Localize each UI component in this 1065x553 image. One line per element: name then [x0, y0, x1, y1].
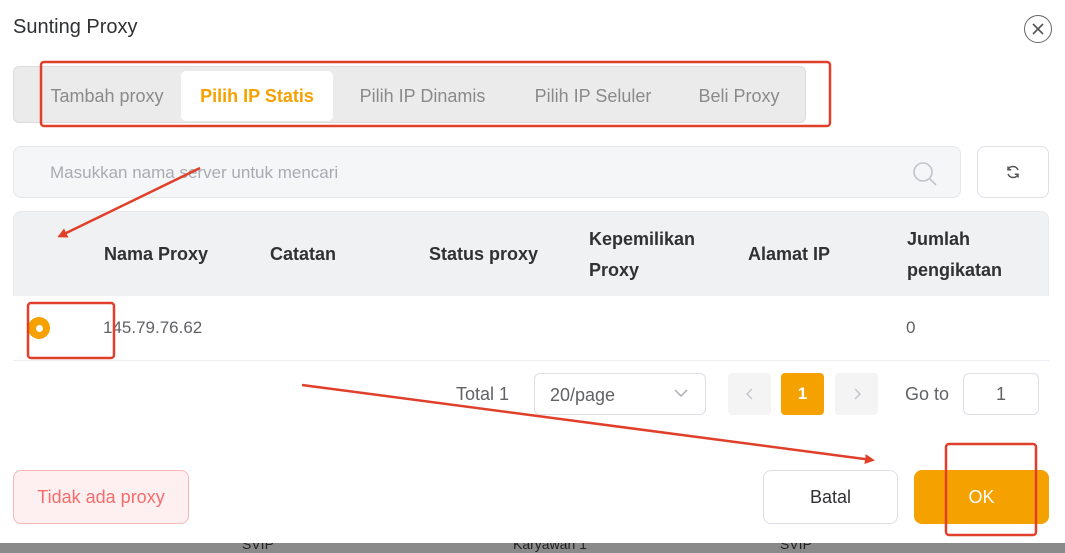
cell-nama-proxy: 145.79.76.62: [103, 318, 203, 337]
goto-label: Go to: [905, 384, 950, 404]
column-header-alamat-ip[interactable]: Alamat IP: [748, 239, 830, 270]
radio-dot: [35, 324, 43, 332]
cell-jumlah-pengikatan: 0: [906, 318, 916, 337]
background-page-strip: SVIP Karyawan 1 SVIP: [0, 543, 1065, 553]
prev-page-button[interactable]: [728, 373, 771, 415]
chevron-left-icon: [745, 388, 752, 400]
next-page-button[interactable]: [835, 373, 878, 415]
page-size-select[interactable]: 20/page: [534, 373, 706, 415]
table-header: Nama Proxy Catatan Status proxy Kepemili…: [13, 211, 1049, 296]
refresh-button[interactable]: [977, 146, 1049, 198]
column-header-status-proxy[interactable]: Status proxy: [429, 239, 538, 270]
tab-tambah-proxy[interactable]: Tambah proxy: [28, 71, 186, 121]
no-proxy-button[interactable]: Tidak ada proxy: [13, 470, 189, 524]
column-header-nama-proxy[interactable]: Nama Proxy: [104, 239, 208, 270]
background-text-svip-2: SVIP: [780, 543, 812, 552]
tab-pilih-ip-dinamis[interactable]: Pilih IP Dinamis: [344, 71, 501, 121]
column-header-jumlah-pengikatan[interactable]: Jumlah pengikatan: [907, 224, 1032, 286]
page-1-button[interactable]: 1: [781, 373, 824, 415]
proxy-source-tabs: Tambah proxy Pilih IP Statis Pilih IP Di…: [13, 66, 806, 123]
search-input[interactable]: [50, 159, 870, 187]
refresh-icon: [1007, 165, 1019, 179]
row-select-radio[interactable]: [28, 317, 50, 339]
pagination-total: Total 1: [456, 384, 510, 404]
cancel-button[interactable]: Batal: [763, 470, 898, 524]
close-icon: [1032, 23, 1044, 35]
close-button[interactable]: [1024, 15, 1052, 43]
table-row[interactable]: 145.79.76.62 0: [13, 296, 1049, 361]
tab-pilih-ip-seluler[interactable]: Pilih IP Seluler: [519, 71, 667, 121]
chevron-down-icon: [674, 389, 688, 397]
dialog-title: Sunting Proxy: [13, 16, 138, 38]
search-box: [13, 146, 961, 198]
pagination: Total 1 20/page 1 Go to: [0, 373, 1065, 417]
search-icon[interactable]: [912, 161, 938, 187]
column-header-catatan[interactable]: Catatan: [270, 239, 336, 270]
edit-proxy-dialog: Sunting Proxy Tambah proxy Pilih IP Stat…: [0, 0, 1065, 543]
tab-beli-proxy[interactable]: Beli Proxy: [684, 71, 794, 121]
ok-button[interactable]: OK: [914, 470, 1049, 524]
goto-page-input[interactable]: [963, 373, 1039, 415]
chevron-right-icon: [854, 388, 861, 400]
proxy-table: Nama Proxy Catatan Status proxy Kepemili…: [13, 211, 1049, 361]
column-header-kepemilikan-proxy[interactable]: Kepemilikan Proxy: [589, 224, 709, 286]
tab-pilih-ip-statis[interactable]: Pilih IP Statis: [181, 71, 333, 121]
background-text-karyawan: Karyawan 1: [513, 543, 587, 552]
page-size-value: 20/page: [550, 385, 616, 405]
background-text-svip: SVIP: [242, 543, 274, 552]
